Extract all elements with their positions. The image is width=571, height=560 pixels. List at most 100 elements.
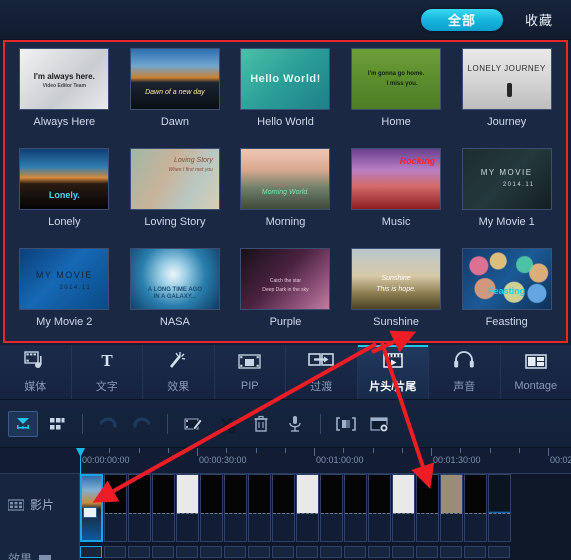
- template-item[interactable]: Sunshine This is hope. Sunshine: [341, 248, 452, 348]
- module-media[interactable]: 媒体: [0, 345, 72, 399]
- template-thumbnail[interactable]: Dawn of a new day: [129, 48, 220, 110]
- template-thumbnail[interactable]: Rocking: [351, 148, 442, 210]
- track-header-column: 影片 效果: [0, 474, 80, 560]
- tab-all[interactable]: 全部: [420, 8, 503, 31]
- effect-track-cell[interactable]: [488, 546, 510, 558]
- module-montage[interactable]: Montage: [501, 345, 571, 399]
- undo-button[interactable]: [93, 411, 123, 437]
- template-item[interactable]: Hello World! Hello World: [230, 48, 341, 148]
- clip-thumbnail-badge: [83, 507, 97, 518]
- clip-audio-portion: [273, 513, 294, 541]
- timeline-clip[interactable]: [104, 474, 127, 542]
- module-intro-credits[interactable]: 片头/片尾: [357, 345, 429, 399]
- effect-track-cell[interactable]: [224, 546, 246, 558]
- timeline-clip[interactable]: [416, 474, 439, 542]
- effect-track-cell[interactable]: [176, 546, 198, 558]
- template-thumbnail[interactable]: MY MOVIE 2014.11: [19, 248, 110, 310]
- video-track-clips[interactable]: [80, 474, 571, 544]
- clip-audio-portion: [153, 513, 174, 541]
- timeline-clip[interactable]: [248, 474, 271, 542]
- timeline-clip[interactable]: [464, 474, 487, 542]
- thumbnail-overlay-subtext: IN A GALAXY...: [153, 293, 197, 300]
- timeline-clip[interactable]: [488, 474, 511, 542]
- module-pip[interactable]: PIP: [215, 345, 286, 399]
- timeline-clip[interactable]: [152, 474, 175, 542]
- tab-favorites[interactable]: 收藏: [521, 10, 557, 29]
- template-thumbnail[interactable]: Sunshine This is hope.: [351, 248, 442, 310]
- template-item[interactable]: Loving Story When I first met you Loving S…: [120, 148, 231, 248]
- template-item[interactable]: Rocking Music: [341, 148, 452, 248]
- timeline-clip[interactable]: [176, 474, 199, 542]
- template-thumbnail[interactable]: Lonely.: [19, 148, 110, 210]
- template-thumbnail[interactable]: A LONG TIME AGO IN A GALAXY...: [129, 248, 220, 310]
- template-item[interactable]: I'm gonna go home. I miss you. Home: [341, 48, 452, 148]
- template-thumbnail[interactable]: Hello World!: [240, 48, 331, 110]
- template-item[interactable]: I'm always here. Video Editor Team Always …: [9, 48, 120, 148]
- timeline-clip[interactable]: [272, 474, 295, 542]
- effect-track-cell[interactable]: [272, 546, 294, 558]
- template-item[interactable]: LONELY JOURNEY Journey: [451, 48, 562, 148]
- template-item[interactable]: Dawn of a new day Dawn: [120, 48, 231, 148]
- template-caption: Dawn: [160, 116, 189, 128]
- template-thumbnail[interactable]: Feasting: [461, 248, 552, 310]
- ruler-minor-tick: [489, 448, 491, 453]
- record-voice-button[interactable]: [280, 411, 310, 437]
- template-item[interactable]: A LONG TIME AGO IN A GALAXY... NASA: [120, 248, 231, 348]
- template-thumbnail[interactable]: MY MOVIE 2014.11: [461, 148, 552, 210]
- timeline-clip[interactable]: [440, 474, 463, 542]
- template-item[interactable]: Morning World. Morning: [230, 148, 341, 248]
- module-text[interactable]: T 文字: [72, 345, 143, 399]
- effect-track-cell[interactable]: [80, 546, 102, 558]
- effect-track-cell[interactable]: [248, 546, 270, 558]
- effect-track-cell[interactable]: [152, 546, 174, 558]
- effect-track-cell[interactable]: [296, 546, 318, 558]
- pan-zoom-button[interactable]: [331, 411, 361, 437]
- thumbnail-overlay-text: A LONG TIME AGO IN A GALAXY...: [131, 287, 219, 300]
- module-effects[interactable]: 效果: [143, 345, 215, 399]
- effect-track-cell[interactable]: [416, 546, 438, 558]
- template-thumbnail[interactable]: Catch the star Deep Dark in the sky: [240, 248, 331, 310]
- timeline-clip[interactable]: [344, 474, 367, 542]
- timeline-clip[interactable]: [392, 474, 415, 542]
- timeline-clip[interactable]: [296, 474, 319, 542]
- timeline-clip[interactable]: [368, 474, 391, 542]
- effect-track-cell[interactable]: [128, 546, 150, 558]
- template-item[interactable]: MY MOVIE 2014.11 My Movie 1: [451, 148, 562, 248]
- effect-track-cell[interactable]: [320, 546, 342, 558]
- effect-track-cell[interactable]: [368, 546, 390, 558]
- template-thumbnail[interactable]: Loving Story When I first met you: [129, 148, 220, 210]
- effect-track-row[interactable]: [80, 544, 571, 560]
- timeline-ruler[interactable]: 00:00:00:00 00:00:30:00 00:01:00:00 00:01:3…: [0, 448, 571, 474]
- timeline-clip[interactable]: [128, 474, 151, 542]
- storyboard-view-button[interactable]: [42, 411, 72, 437]
- delete-button[interactable]: [246, 411, 276, 437]
- template-item[interactable]: Feasting Feasting: [451, 248, 562, 348]
- effect-track-cell[interactable]: [464, 546, 486, 558]
- timeline-clip[interactable]: [200, 474, 223, 542]
- edit-clip-button[interactable]: [178, 411, 208, 437]
- timeline-clip[interactable]: [80, 474, 103, 542]
- effect-track-cell[interactable]: [344, 546, 366, 558]
- effect-track-cell[interactable]: [440, 546, 462, 558]
- track-video[interactable]: 影片: [8, 496, 54, 513]
- track-effect[interactable]: 效果: [8, 550, 52, 560]
- effect-track-cell[interactable]: [392, 546, 414, 558]
- timeline-clip[interactable]: [320, 474, 343, 542]
- project-settings-button[interactable]: [365, 411, 395, 437]
- timeline-clip[interactable]: [224, 474, 247, 542]
- module-transition[interactable]: 过渡: [286, 345, 358, 399]
- template-thumbnail[interactable]: I'm gonna go home. I miss you.: [351, 48, 442, 110]
- template-item[interactable]: Lonely. Lonely: [9, 148, 120, 248]
- template-item[interactable]: Catch the star Deep Dark in the sky Purple: [230, 248, 341, 348]
- timeline-view-button[interactable]: [8, 410, 38, 437]
- effect-track-cell[interactable]: [104, 546, 126, 558]
- template-thumbnail[interactable]: Morning World.: [240, 148, 331, 210]
- template-item[interactable]: MY MOVIE 2014.11 My Movie 2: [9, 248, 120, 348]
- template-thumbnail[interactable]: I'm always here. Video Editor Team: [19, 48, 110, 110]
- module-audio[interactable]: 声音: [429, 345, 501, 399]
- effect-track-cell[interactable]: [200, 546, 222, 558]
- template-thumbnail[interactable]: LONELY JOURNEY: [461, 48, 552, 110]
- redo-button[interactable]: [127, 411, 157, 437]
- template-caption: Home: [381, 116, 411, 128]
- split-button[interactable]: [212, 411, 242, 437]
